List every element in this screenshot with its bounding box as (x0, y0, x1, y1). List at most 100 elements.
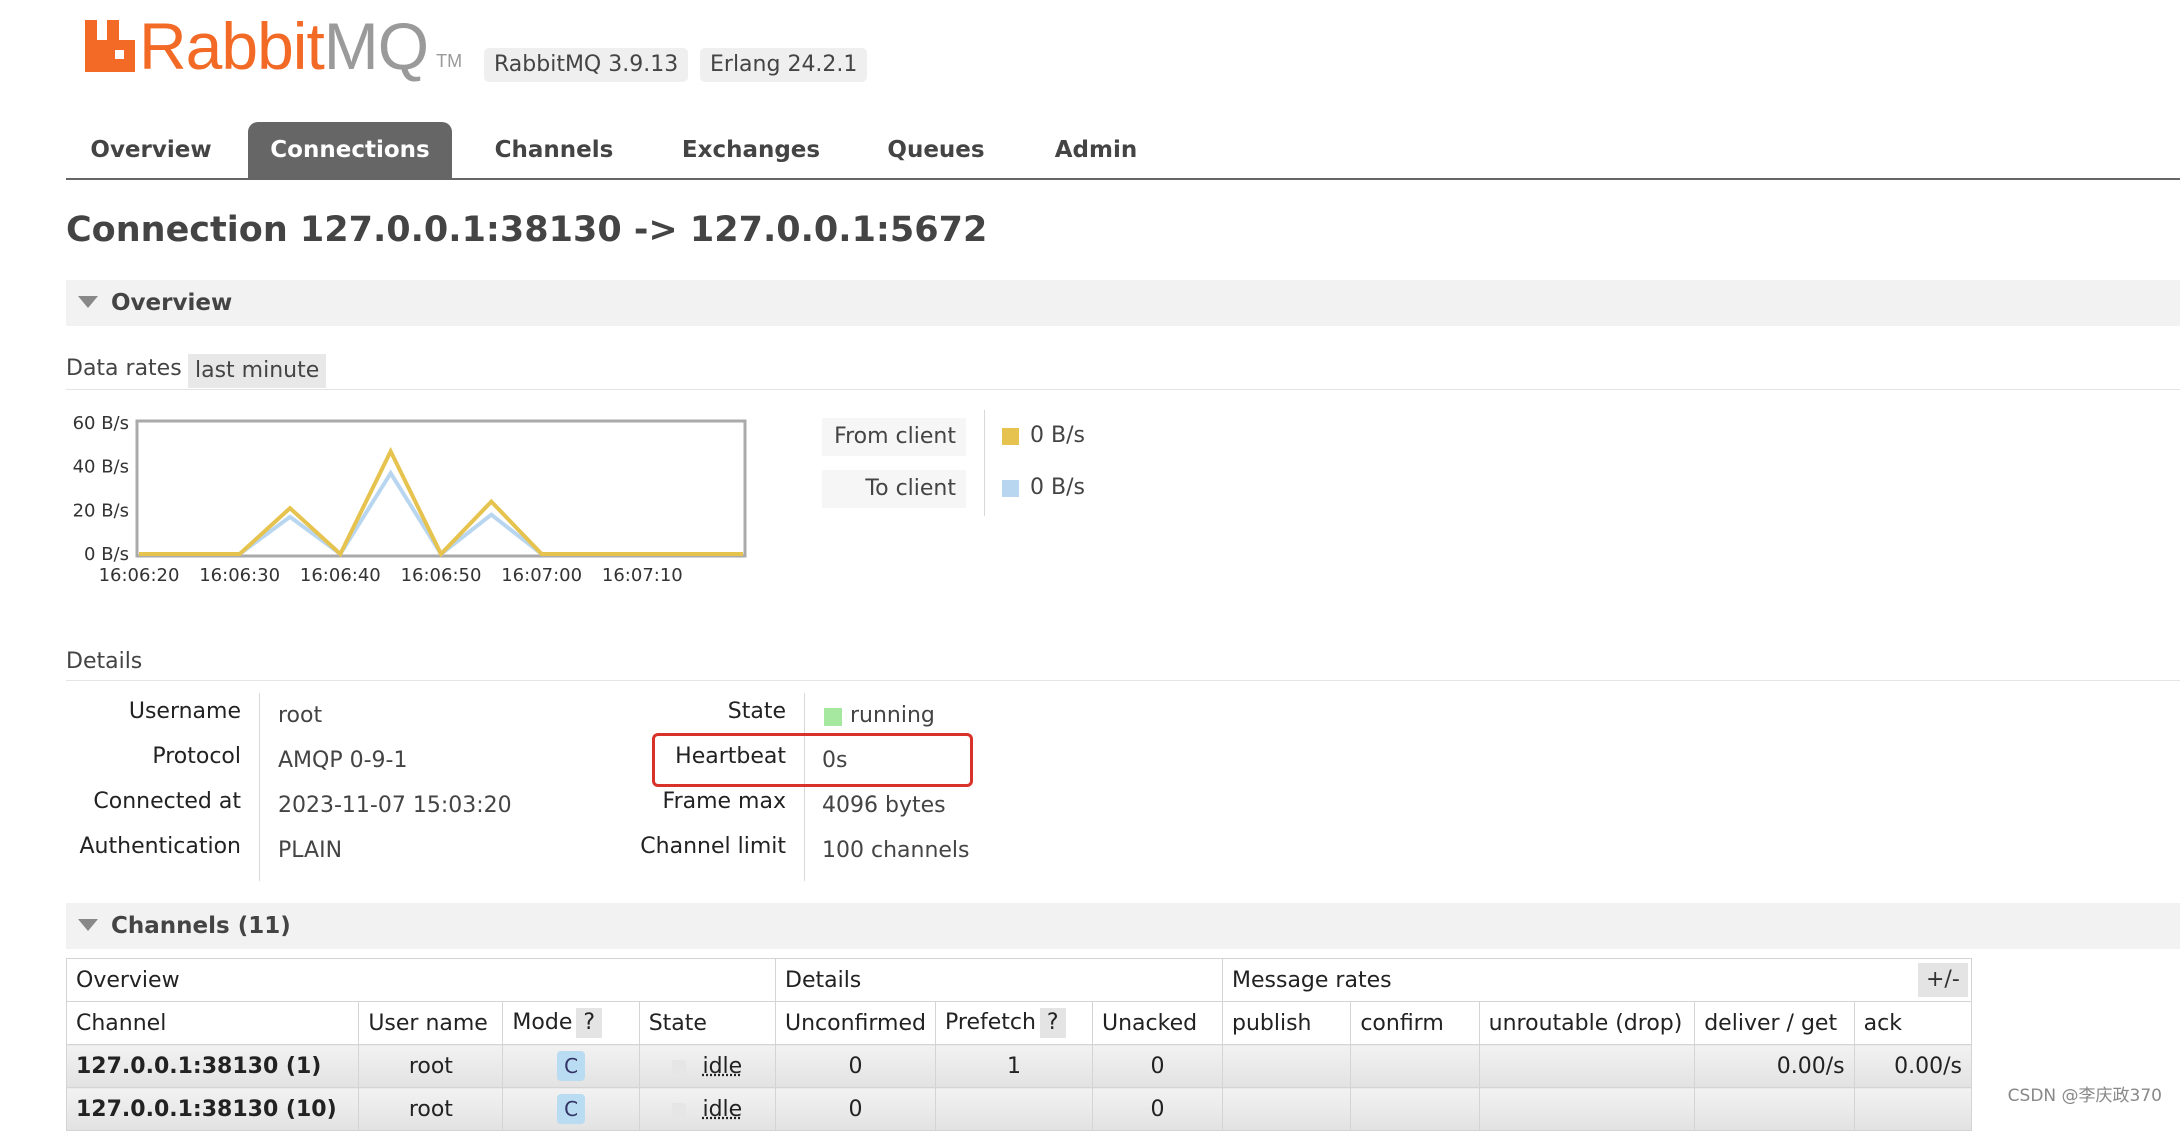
detail-label-state: State (600, 699, 786, 724)
logo-trademark: TM (436, 51, 462, 72)
cell-ack (1854, 1088, 1971, 1131)
chart-x-tick-label: 16:06:40 (300, 565, 381, 586)
mode-help-button[interactable]: ? (576, 1008, 602, 1038)
main-nav-tabs: Overview Connections Channels Exchanges … (66, 122, 2180, 180)
prefetch-help-button[interactable]: ? (1040, 1008, 1066, 1038)
channels-table: Overview Details Message rates Channel U… (66, 958, 1972, 1131)
column-header-confirm[interactable]: confirm (1351, 1002, 1479, 1045)
chart-y-tick-label: 40 B/s (73, 457, 129, 478)
detail-label-authentication: Authentication (60, 834, 241, 859)
state-idle-indicator (672, 1103, 686, 1117)
tab-admin[interactable]: Admin (1016, 122, 1176, 178)
cell-prefetch: 1 (936, 1045, 1093, 1088)
cell-prefetch (936, 1088, 1093, 1131)
column-header-unroutable[interactable]: unroutable (drop) (1479, 1002, 1695, 1045)
legend-label-from-client: From client (822, 418, 966, 456)
cell-unconfirmed: 0 (776, 1045, 936, 1088)
details-divider-left (259, 693, 260, 881)
column-header-prefetch-label: Prefetch (945, 1010, 1036, 1035)
legend-label-to-client: To client (822, 470, 966, 508)
chart-x-tick-label: 16:07:00 (501, 565, 582, 586)
tab-overview[interactable]: Overview (66, 122, 236, 178)
detail-label-frame-max: Frame max (600, 789, 786, 814)
column-header-unconfirmed[interactable]: Unconfirmed (776, 1002, 936, 1045)
data-rates-label: Data rates (66, 356, 182, 381)
chart-x-tick-label: 16:06:30 (199, 565, 280, 586)
detail-value-protocol: AMQP 0-9-1 (278, 748, 407, 773)
state-text: idle (702, 1054, 742, 1079)
mode-confirm-badge: C (557, 1094, 585, 1124)
cell-ack: 0.00/s (1854, 1045, 1971, 1088)
data-rates-range-selector[interactable]: last minute (188, 354, 326, 388)
column-header-publish[interactable]: publish (1223, 1002, 1351, 1045)
cell-unroutable (1479, 1088, 1695, 1131)
legend-value-from-client: 0 B/s (1030, 423, 1085, 448)
detail-value-state: running (850, 703, 935, 728)
tab-exchanges[interactable]: Exchanges (656, 122, 846, 178)
chart-x-tick-label: 16:07:10 (602, 565, 683, 586)
details-label: Details (66, 649, 142, 674)
column-header-channel[interactable]: Channel (67, 1002, 359, 1045)
columns-toggle-button[interactable]: +/- (1918, 963, 1968, 997)
table-row: 127.0.0.1:38130 (1) root C idle 0 1 0 0.… (67, 1045, 1972, 1088)
collapse-triangle-icon (78, 296, 98, 308)
tab-connections[interactable]: Connections (248, 122, 452, 178)
column-header-user-name[interactable]: User name (359, 1002, 503, 1045)
chart-x-tick-label: 16:06:50 (401, 565, 482, 586)
column-header-deliver-get[interactable]: deliver / get (1695, 1002, 1854, 1045)
column-header-unacked[interactable]: Unacked (1093, 1002, 1223, 1045)
column-header-mode-label: Mode (512, 1010, 572, 1035)
column-header-state[interactable]: State (639, 1002, 775, 1045)
column-header-ack[interactable]: ack (1854, 1002, 1971, 1045)
cell-mode: C (503, 1045, 639, 1088)
overview-section-label: Overview (111, 280, 232, 326)
detail-label-protocol: Protocol (60, 744, 241, 769)
chart-y-tick-label: 0 B/s (84, 544, 129, 565)
chart-y-tick-label: 20 B/s (73, 500, 129, 521)
state-text: idle (702, 1097, 742, 1122)
detail-value-username: root (278, 703, 322, 728)
channels-section-toggle[interactable]: Channels (11) (66, 903, 2180, 949)
logo-wordmark: RabbitMQ (139, 14, 428, 78)
table-row: 127.0.0.1:38130 (10) root C idle 0 0 (67, 1088, 1972, 1131)
cell-confirm (1351, 1088, 1479, 1131)
chart-x-tick-label: 16:06:20 (99, 565, 180, 586)
tab-channels[interactable]: Channels (474, 122, 634, 178)
channel-link[interactable]: 127.0.0.1:38130 (1) (67, 1045, 359, 1088)
divider (66, 680, 2180, 681)
detail-value-frame-max: 4096 bytes (822, 793, 946, 818)
column-header-mode[interactable]: Mode? (503, 1002, 639, 1045)
detail-label-username: Username (60, 699, 241, 724)
chart-plot-frame (137, 421, 745, 556)
cell-confirm (1351, 1045, 1479, 1088)
column-header-prefetch[interactable]: Prefetch? (936, 1002, 1093, 1045)
details-divider-right (804, 693, 805, 881)
cell-deliver-get: 0.00/s (1695, 1045, 1854, 1088)
overview-section-toggle[interactable]: Overview (66, 280, 2180, 326)
channel-link[interactable]: 127.0.0.1:38130 (10) (67, 1088, 359, 1131)
cell-publish (1223, 1045, 1351, 1088)
cell-unacked: 0 (1093, 1045, 1223, 1088)
data-rates-chart: 60 B/s 40 B/s 20 B/s 0 B/s16:06:20 16:06:30 1… (60, 405, 760, 595)
detail-label-channel-limit: Channel limit (600, 834, 786, 859)
legend-value-to-client: 0 B/s (1030, 475, 1085, 500)
cell-unroutable (1479, 1045, 1695, 1088)
group-header-message-rates: Message rates (1223, 959, 1972, 1002)
cell-deliver-get (1695, 1088, 1854, 1131)
chart-y-tick-label: 60 B/s (73, 413, 129, 434)
rabbitmq-logo[interactable]: RabbitMQ TM (85, 14, 462, 78)
cell-user: root (359, 1045, 503, 1088)
mode-confirm-badge: C (557, 1051, 585, 1081)
detail-value-authentication: PLAIN (278, 838, 342, 863)
detail-value-connected-at: 2023-11-07 15:03:20 (278, 793, 512, 818)
tab-queues[interactable]: Queues (856, 122, 1016, 178)
collapse-triangle-icon (78, 919, 98, 931)
state-running-indicator (824, 708, 842, 726)
cell-state: idle (639, 1045, 775, 1088)
group-header-details: Details (776, 959, 1223, 1002)
rabbitmq-logo-icon (85, 20, 135, 72)
detail-value-channel-limit: 100 channels (822, 838, 970, 863)
erlang-badge: Erlang 24.2.1 (700, 48, 867, 82)
detail-label-connected-at: Connected at (60, 789, 241, 814)
cell-state: idle (639, 1088, 775, 1131)
